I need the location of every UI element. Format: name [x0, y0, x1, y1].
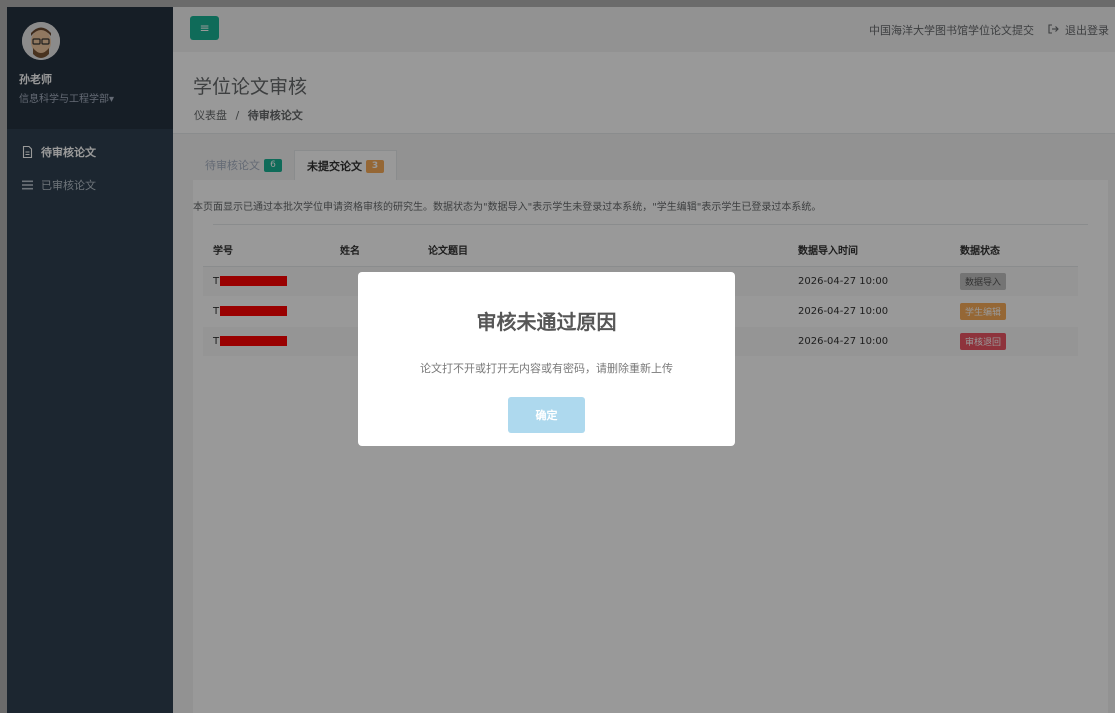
dialog-title: 审核未通过原因 — [476, 310, 617, 334]
rejection-reason-dialog: 审核未通过原因 论文打不开或打开无内容或有密码，请删除重新上传 确定 — [358, 272, 735, 446]
confirm-button[interactable]: 确定 — [508, 397, 585, 433]
dialog-message: 论文打不开或打开无内容或有密码，请删除重新上传 — [420, 362, 673, 375]
